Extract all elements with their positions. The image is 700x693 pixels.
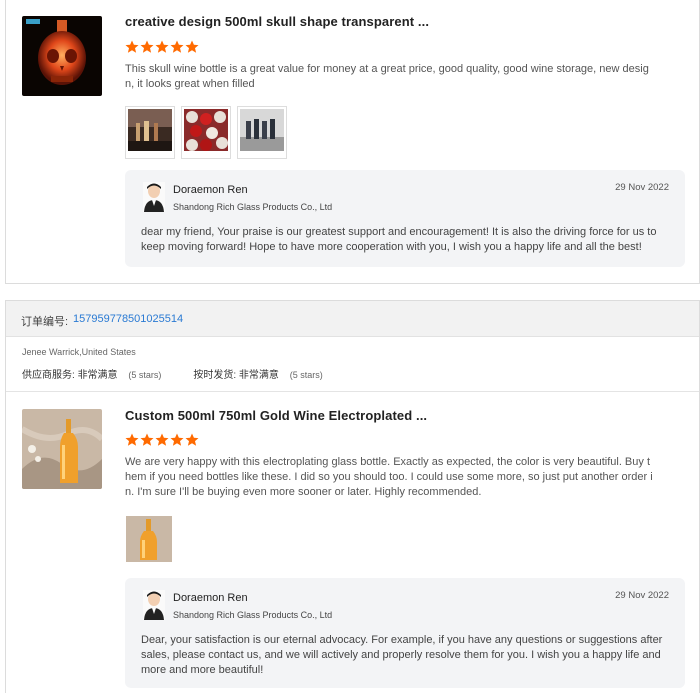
supplier-reply: Doraemon Ren Shandong Rich Glass Product… <box>125 170 685 267</box>
reply-author-name: Doraemon Ren <box>173 592 248 604</box>
review-photo[interactable] <box>181 106 231 159</box>
review-text: We are very happy with this electroplati… <box>125 456 653 498</box>
reply-message: Dear, your satisfaction is our eternal a… <box>141 634 663 676</box>
reply-message: dear my friend, Your praise is our great… <box>141 226 657 253</box>
review-photos <box>125 106 287 159</box>
rating-shipping: 按时发货: 非常满意 (5 stars) <box>193 366 322 381</box>
review-card: creative design 500ml skull shape transp… <box>5 0 700 284</box>
star-icon <box>185 433 199 446</box>
star-icon <box>125 433 139 446</box>
star-icon <box>170 40 184 53</box>
star-icon <box>140 433 154 446</box>
rating-stars-text: (5 stars) <box>128 370 162 380</box>
rating-label: 按时发货: <box>193 370 237 381</box>
reply-date: 29 Nov 2022 <box>615 590 669 601</box>
product-title[interactable]: Custom 500ml 750ml Gold Wine Electroplat… <box>125 408 427 423</box>
reply-date: 29 Nov 2022 <box>615 182 669 193</box>
rating-value: 非常满意 <box>238 370 279 381</box>
product-thumbnail[interactable] <box>22 409 102 489</box>
rating-stars-text: (5 stars) <box>289 370 323 380</box>
supplier-ratings: 供应商服务: 非常满意 (5 stars) 按时发货: 非常满意 (5 star… <box>22 366 323 381</box>
reply-company: Shandong Rich Glass Products Co., Ltd <box>173 610 333 620</box>
divider <box>6 391 699 392</box>
star-icon <box>185 40 199 53</box>
star-icon <box>125 40 139 53</box>
review-photos <box>125 515 173 568</box>
review-photo[interactable] <box>125 515 173 568</box>
star-rating <box>125 40 199 54</box>
star-icon <box>155 433 169 446</box>
review-text: This skull wine bottle is a great value … <box>125 63 649 90</box>
reply-company: Shandong Rich Glass Products Co., Ltd <box>173 202 333 212</box>
order-number-link[interactable]: 157959778501025514 <box>73 313 183 325</box>
review-photo[interactable] <box>237 106 287 159</box>
buyer-info: Jenee Warrick,United States <box>22 347 136 357</box>
rating-label: 供应商服务: <box>22 370 75 381</box>
rating-value: 非常满意 <box>77 370 118 381</box>
product-thumbnail[interactable] <box>22 16 102 96</box>
rating-service: 供应商服务: 非常满意 (5 stars) <box>22 366 161 381</box>
order-card: 订单编号: 157959778501025514 Jenee Warrick,U… <box>5 300 700 693</box>
order-header: 订单编号: 157959778501025514 <box>6 301 699 337</box>
supplier-reply: Doraemon Ren Shandong Rich Glass Product… <box>125 578 685 688</box>
star-icon <box>155 40 169 53</box>
order-number-label: 订单编号: <box>21 316 69 328</box>
star-icon <box>170 433 184 446</box>
product-title[interactable]: creative design 500ml skull shape transp… <box>125 14 429 29</box>
avatar <box>143 182 165 212</box>
avatar <box>143 590 165 620</box>
star-icon <box>140 40 154 53</box>
reply-author-name: Doraemon Ren <box>173 184 248 196</box>
star-rating <box>125 433 199 447</box>
review-photo[interactable] <box>125 106 175 159</box>
